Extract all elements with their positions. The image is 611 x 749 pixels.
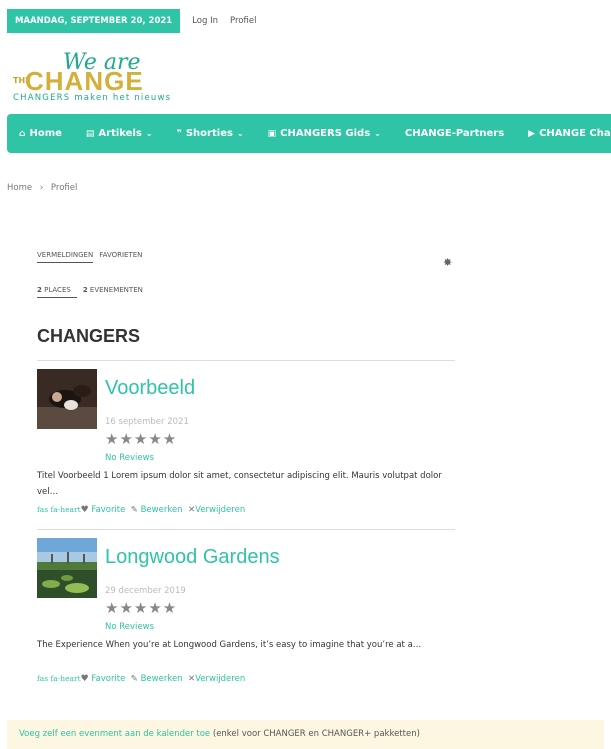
heart-icon: ♥: [80, 505, 89, 515]
rating-stars: ★★★★★: [105, 599, 178, 617]
entry-description: The Experience When you’re at Longwood G…: [37, 640, 422, 650]
notice-text: (enkel voor CHANGER en CHANGER+ pakkette…: [210, 729, 420, 739]
favorite-fa-text: fas fa-heart: [37, 674, 81, 683]
entry-thumbnail[interactable]: [37, 538, 97, 598]
tab-mentions[interactable]: VERMELDINGEN: [37, 251, 94, 263]
breadcrumb-separator: ›: [39, 183, 44, 193]
favorite-button[interactable]: fas fa-heart♥ Favorite: [37, 674, 125, 684]
list-item: Longwood Gardens 29 december 2019 ★★★★★ …: [37, 538, 457, 690]
entry-thumbnail[interactable]: [37, 369, 97, 429]
youtube-icon: ▶: [528, 128, 536, 139]
notice-banner: Voeg zelf een evenment aan de kalender t…: [7, 720, 604, 749]
entry-title[interactable]: Voorbeeld: [105, 377, 195, 400]
places-label: PLACES: [44, 286, 71, 294]
site-logo[interactable]: THE CHANGE We are CHANGERS maken het nie…: [11, 50, 191, 104]
nav-change-partners-label: CHANGE-Partners: [404, 128, 505, 139]
favorite-fa-text: fas fa-heart: [37, 505, 81, 514]
nav-change-partners[interactable]: CHANGE-Partners: [393, 128, 516, 139]
events-count: 2: [82, 286, 88, 294]
add-event-link[interactable]: Voeg zelf een evenment aan de kalender t…: [19, 729, 210, 739]
chevron-down-icon: ⌄: [374, 129, 381, 138]
nav-artikels[interactable]: ▤ Artikels ⌄: [74, 128, 165, 139]
tab-favorites[interactable]: FAVORIETEN: [99, 251, 142, 263]
nav-change-channel-label: CHANGE Cha: [539, 128, 611, 139]
reviews-link[interactable]: No Reviews: [105, 622, 154, 632]
entry-actions: fas fa-heart♥ Favorite ✎ Bewerken ✕Verwi…: [37, 674, 245, 684]
entry-title[interactable]: Longwood Gardens: [105, 546, 280, 569]
profile-tabs: VERMELDINGEN FAVORIETEN: [37, 251, 148, 263]
nav-home-label: Home: [29, 128, 62, 139]
entry-date: 29 december 2019: [105, 586, 186, 596]
login-link[interactable]: Log In: [192, 16, 218, 26]
entry-description: Titel Voorbeeld 1 Lorem ipsum dolor sit …: [37, 471, 442, 497]
heart-icon: ♥: [80, 674, 89, 684]
date-badge: MAANDAG, SEPTEMBER 20, 2021: [7, 9, 181, 33]
list-item: Voorbeeld 16 september 2021 ★★★★★ No Rev…: [37, 369, 457, 521]
nav-home[interactable]: ⌂ Home: [7, 128, 74, 139]
delete-label: Verwijderen: [195, 505, 246, 515]
favorite-button[interactable]: fas fa-heart♥ Favorite: [37, 505, 125, 515]
nav-artikels-label: Artikels: [98, 128, 142, 139]
entry-date: 16 september 2021: [105, 417, 189, 427]
id-card-icon: ▣: [267, 128, 277, 139]
top-bar: MAANDAG, SEPTEMBER 20, 2021 Log In Profi…: [7, 9, 256, 33]
section-divider: [37, 360, 455, 361]
quote-icon: ❞: [176, 128, 182, 139]
subtab-places[interactable]: 2 PLACES: [37, 286, 77, 298]
subtab-events[interactable]: 2 EVENEMENTEN: [83, 286, 149, 298]
edit-icon: ✎: [130, 505, 138, 515]
edit-label: Bewerken: [140, 505, 183, 515]
reviews-link[interactable]: No Reviews: [105, 453, 154, 463]
places-count: 2: [37, 286, 42, 294]
newspaper-icon: ▤: [85, 128, 95, 139]
home-icon: ⌂: [19, 128, 26, 139]
delete-button[interactable]: ✕Verwijderen: [185, 505, 245, 515]
chevron-down-icon: ⌄: [236, 129, 244, 138]
listing-subtabs: 2 PLACES 2 EVENEMENTEN: [37, 286, 155, 298]
edit-label: Bewerken: [140, 674, 183, 684]
logo-tagline: CHANGERS maken het nieuws: [13, 93, 172, 103]
breadcrumb-current: Profiel: [50, 183, 78, 193]
main-nav: ⌂ Home ▤ Artikels ⌄ ❞ Shorties ⌄ ▣ CHANG…: [7, 114, 611, 153]
logo-we-are: We are: [63, 50, 141, 75]
nav-shorties-label: Shorties: [185, 128, 233, 139]
nav-change-channel[interactable]: ▶ CHANGE Cha: [516, 128, 611, 139]
events-label: EVENEMENTEN: [89, 286, 143, 294]
favorite-label: Favorite: [91, 674, 126, 684]
chevron-down-icon: ⌄: [145, 129, 153, 138]
delete-button[interactable]: ✕Verwijderen: [185, 674, 245, 684]
edit-button[interactable]: ✎ Bewerken: [128, 505, 183, 515]
favorite-label: Favorite: [91, 505, 126, 515]
nav-changers-gids-label: CHANGERS Gids: [280, 128, 371, 139]
edit-button[interactable]: ✎ Bewerken: [128, 674, 183, 684]
nav-shorties[interactable]: ❞ Shorties ⌄: [165, 128, 256, 139]
section-title: CHANGERS: [37, 326, 141, 346]
rating-stars: ★★★★★: [105, 430, 178, 448]
delete-label: Verwijderen: [195, 674, 246, 684]
edit-icon: ✎: [130, 674, 138, 684]
entry-actions: fas fa-heart♥ Favorite ✎ Bewerken ✕Verwi…: [37, 505, 245, 515]
breadcrumb-home[interactable]: Home: [7, 183, 32, 193]
gear-icon[interactable]: ✸: [443, 256, 452, 269]
nav-changers-gids[interactable]: ▣ CHANGERS Gids ⌄: [256, 128, 393, 139]
profile-link[interactable]: Profiel: [230, 16, 256, 26]
entry-divider: [37, 529, 455, 530]
breadcrumb: Home › Profiel: [7, 183, 77, 193]
